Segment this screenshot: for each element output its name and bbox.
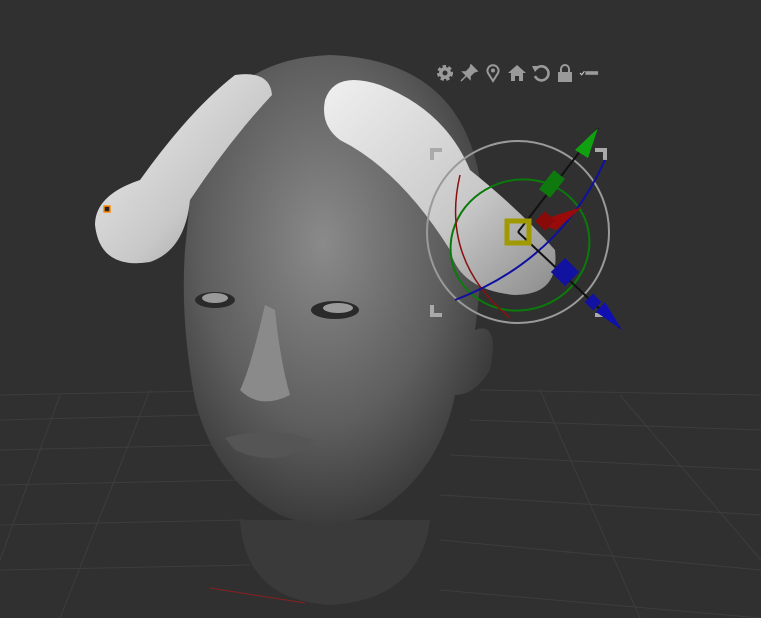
reset-icon[interactable] [531,63,551,83]
location-icon[interactable] [483,63,503,83]
3d-viewport[interactable] [0,0,761,618]
viewport-canvas[interactable] [0,0,761,618]
pivot-marker[interactable] [103,205,111,213]
toggle-icon[interactable] [579,63,599,83]
pin-icon[interactable] [459,63,479,83]
gear-icon[interactable] [435,63,455,83]
home-icon[interactable] [507,63,527,83]
gizmo-toolbar [435,63,599,83]
lock-icon[interactable] [555,63,575,83]
gizmo-y-handle [539,170,565,198]
